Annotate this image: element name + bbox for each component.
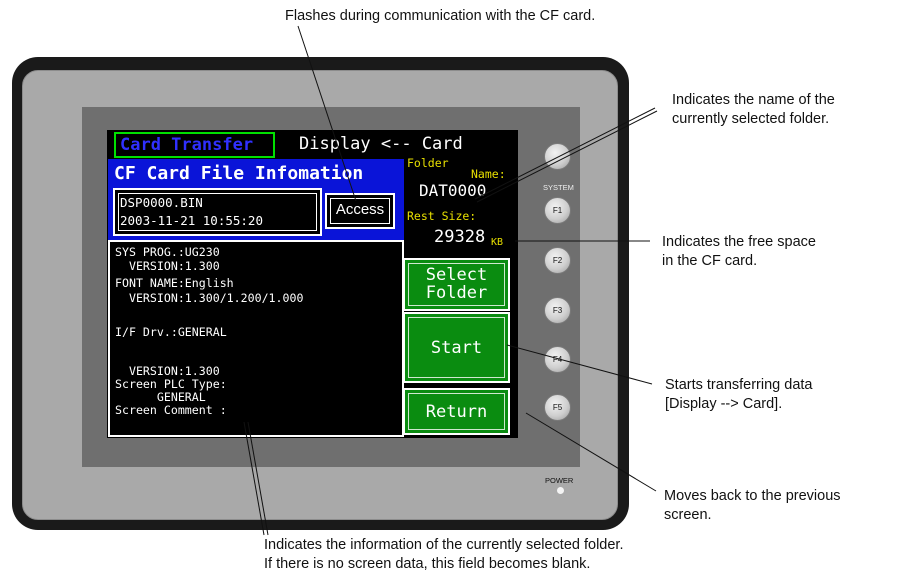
file-date: 2003-11-21 10:55:20 — [120, 213, 263, 228]
folder-name-value: DAT0000 — [419, 181, 487, 200]
callout-start-1: Starts transferring data — [665, 377, 813, 393]
callout-folder-name-1: Indicates the name of the — [672, 92, 835, 108]
callout-folder-info-1: Indicates the information of the current… — [264, 537, 624, 553]
rest-size-unit: KB — [491, 237, 504, 248]
folder-label: Folder — [407, 156, 449, 170]
folder-label-name: Name: — [471, 167, 506, 181]
rest-size-label: Rest Size: — [407, 209, 477, 223]
system-key-label: SYSTEM — [543, 183, 574, 192]
lcd-screen: Card Transfer Display <-- Card CF Card F… — [107, 130, 518, 438]
callout-folder-name-2: currently selected folder. — [672, 111, 830, 127]
callout-return-2: screen. — [664, 507, 712, 523]
f3-key-label: F3 — [552, 306, 563, 315]
f1-key[interactable]: F1 — [544, 197, 571, 224]
f2-key-label: F2 — [552, 256, 563, 265]
f2-key[interactable]: F2 — [544, 247, 571, 274]
start-button[interactable]: Start — [403, 312, 510, 383]
info-line: SYS PROG.:UG230 — [115, 245, 220, 259]
callout-folder-info-2: If there is no screen data, this field b… — [264, 556, 591, 572]
info-line: I/F Drv.:GENERAL — [115, 325, 227, 339]
screen-title: Card Transfer — [114, 132, 275, 158]
f5-key-label: F5 — [552, 403, 563, 412]
info-line: VERSION:1.300 — [115, 259, 220, 273]
callout-free-space-1: Indicates the free space — [662, 234, 816, 250]
callout-return-1: Moves back to the previous — [664, 488, 841, 504]
file-name: DSP0000.BIN — [120, 195, 203, 210]
f4-key-label: F4 — [552, 355, 563, 364]
power-label: POWER — [545, 476, 574, 485]
select-folder-button[interactable]: Select Folder — [403, 258, 510, 311]
access-lamp: Access — [325, 193, 395, 229]
f5-key[interactable]: F5 — [544, 394, 571, 421]
power-led — [557, 487, 564, 494]
f1-key-label: F1 — [552, 206, 563, 215]
callout-free-space-2: in the CF card. — [662, 253, 758, 269]
access-label: Access — [335, 201, 385, 218]
return-label: Return — [425, 402, 488, 422]
transfer-mode: Display <-- Card — [299, 134, 463, 154]
start-label: Start — [430, 338, 483, 358]
info-line: VERSION:1.300/1.200/1.000 — [115, 291, 304, 305]
rest-size-value: 29328 — [434, 227, 486, 247]
callout-access: Flashes during communication with the CF… — [285, 8, 596, 24]
info-line: FONT NAME:English — [115, 276, 234, 290]
file-info-panel: CF Card File Infomation DSP0000.BIN 2003… — [108, 159, 404, 241]
f4-key[interactable]: F4 — [544, 346, 571, 373]
folder-info-panel: SYS PROG.:UG230 VERSION:1.300 FONT NAME:… — [108, 240, 404, 437]
callout-start-2: [Display --> Card]. — [665, 396, 783, 412]
panel-title: CF Card File Infomation — [114, 163, 364, 184]
info-line: Screen Comment : — [115, 403, 227, 417]
system-key[interactable] — [544, 143, 571, 170]
return-button[interactable]: Return — [403, 388, 510, 435]
file-box: DSP0000.BIN 2003-11-21 10:55:20 — [113, 188, 322, 236]
f3-key[interactable]: F3 — [544, 297, 571, 324]
select-folder-label-2: Folder — [425, 283, 488, 303]
